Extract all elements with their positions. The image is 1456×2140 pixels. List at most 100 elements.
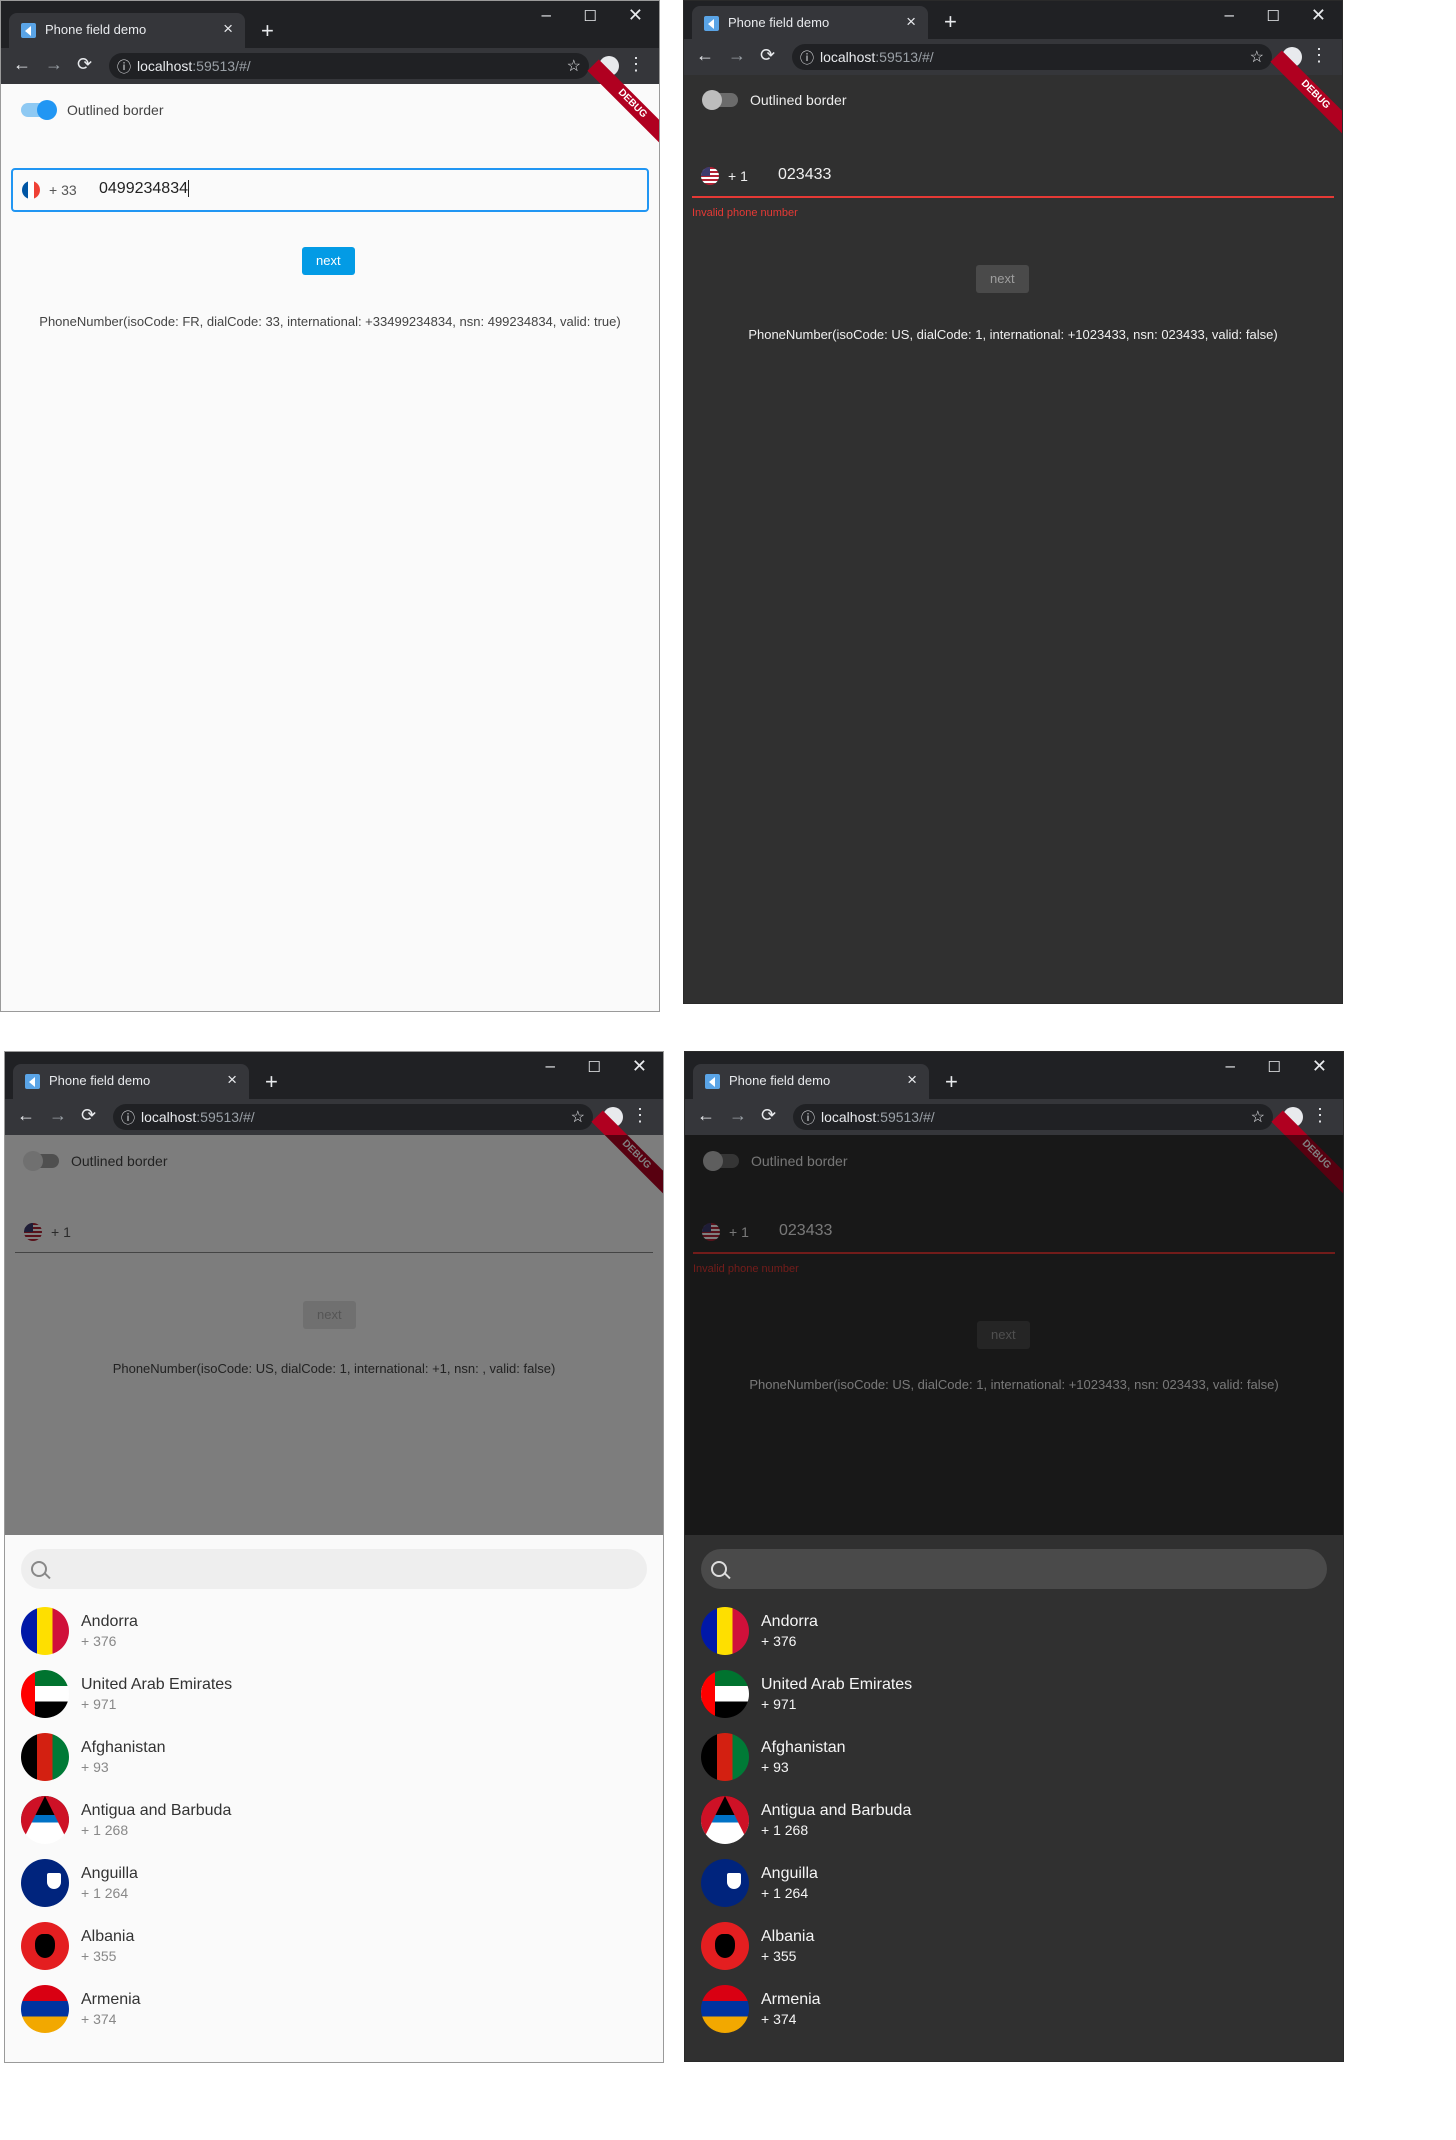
forward-icon[interactable]: → (728, 45, 746, 66)
outlined-border-label: Outlined border (750, 92, 847, 108)
country-item[interactable]: Afghanistan + 93 (21, 1727, 647, 1783)
forward-icon[interactable]: → (729, 1105, 747, 1126)
country-item[interactable]: Andorra + 376 (21, 1601, 647, 1657)
minimize-icon[interactable]: – (1225, 5, 1234, 25)
next-button[interactable]: next (302, 247, 355, 275)
close-window-icon[interactable]: ✕ (1311, 5, 1326, 26)
close-window-icon[interactable]: ✕ (632, 1056, 647, 1077)
tab-close-icon[interactable]: × (223, 19, 233, 39)
browser-menu-icon[interactable]: ⋮ (1311, 1105, 1329, 1126)
back-icon[interactable]: ← (13, 54, 31, 75)
tab-close-icon[interactable]: × (906, 12, 916, 32)
tab-close-icon[interactable]: × (907, 1070, 917, 1090)
tab-close-icon[interactable]: × (227, 1070, 237, 1090)
browser-menu-icon[interactable]: ⋮ (631, 1105, 649, 1126)
flutter-favicon-icon (704, 16, 719, 31)
country-item[interactable]: Andorra + 376 (701, 1601, 1327, 1657)
outlined-border-switch[interactable] (702, 90, 738, 110)
dial-code[interactable]: + 33 (49, 182, 77, 198)
dial-code[interactable]: + 1 (728, 168, 748, 184)
bookmark-star-icon[interactable]: ☆ (571, 1107, 585, 1127)
phone-input-field[interactable]: + 33 0499234834 (11, 168, 649, 212)
maximize-icon[interactable]: ☐ (588, 1058, 601, 1076)
maximize-icon[interactable]: ☐ (1267, 7, 1280, 25)
phone-number-input[interactable]: 023433 (778, 166, 831, 184)
minimize-icon[interactable]: – (546, 1056, 555, 1076)
country-dial-code: + 93 (761, 1759, 789, 1775)
country-dial-code: + 1 268 (81, 1822, 129, 1838)
new-tab-icon[interactable]: + (261, 18, 274, 44)
minimize-icon[interactable]: – (1226, 1056, 1235, 1076)
browser-tab[interactable]: Phone field demo × (693, 1064, 929, 1099)
back-icon[interactable]: ← (696, 45, 714, 66)
phone-number-result: PhoneNumber(isoCode: FR, dialCode: 33, i… (39, 314, 621, 329)
modal-scrim[interactable] (5, 1135, 663, 1535)
reload-icon[interactable]: ⟳ (77, 54, 92, 75)
maximize-icon[interactable]: ☐ (584, 7, 597, 25)
phone-error-text: Invalid phone number (692, 207, 798, 219)
bookmark-star-icon[interactable]: ☆ (567, 56, 581, 76)
country-item[interactable]: Antigua and Barbuda + 1 268 (21, 1790, 647, 1846)
armenia-flag-icon (21, 1985, 69, 2033)
country-item[interactable]: Afghanistan + 93 (701, 1727, 1327, 1783)
country-name: Albania (761, 1928, 815, 1945)
country-search-input[interactable] (701, 1549, 1327, 1589)
modal-scrim[interactable] (685, 1135, 1343, 1535)
url-host: localhost (137, 58, 193, 74)
browser-tab[interactable]: Phone field demo × (13, 1064, 249, 1099)
phone-input-field[interactable]: + 1 023433 (692, 156, 1334, 198)
reload-icon[interactable]: ⟳ (760, 45, 775, 66)
minimize-icon[interactable]: – (542, 5, 551, 25)
maximize-icon[interactable]: ☐ (1268, 1058, 1281, 1076)
tab-title: Phone field demo (49, 1073, 151, 1088)
address-bar[interactable]: ⓘ localhost:59513/#/ ☆ (109, 53, 589, 79)
outlined-border-switch[interactable] (21, 100, 57, 120)
address-bar[interactable]: ⓘ localhost:59513/#/ ☆ (793, 1104, 1273, 1130)
andorra-flag-icon (701, 1607, 749, 1655)
phone-number-input[interactable]: 0499234834 (99, 180, 189, 198)
url-text: localhost:59513/#/ (821, 1109, 935, 1125)
antigua-flag-icon (21, 1796, 69, 1844)
country-search-input[interactable] (21, 1549, 647, 1589)
reload-icon[interactable]: ⟳ (81, 1105, 96, 1126)
us-flag-icon[interactable] (701, 167, 719, 185)
new-tab-icon[interactable]: + (945, 1069, 958, 1095)
close-window-icon[interactable]: ✕ (628, 5, 643, 26)
anguilla-flag-icon (21, 1859, 69, 1907)
country-item[interactable]: Armenia + 374 (21, 1979, 647, 2035)
phone-number-result: PhoneNumber(isoCode: US, dialCode: 1, in… (748, 327, 1278, 342)
reload-icon[interactable]: ⟳ (761, 1105, 776, 1126)
address-bar[interactable]: ⓘ localhost:59513/#/ ☆ (792, 44, 1272, 70)
country-item[interactable]: Albania + 355 (701, 1916, 1327, 1972)
info-icon[interactable]: ⓘ (800, 48, 814, 68)
browser-tab[interactable]: Phone field demo × (692, 6, 928, 39)
info-icon[interactable]: ⓘ (801, 1108, 815, 1128)
browser-tab[interactable]: Phone field demo × (9, 13, 245, 48)
country-item[interactable]: Armenia + 374 (701, 1979, 1327, 2035)
country-item[interactable]: United Arab Emirates + 971 (701, 1664, 1327, 1720)
new-tab-icon[interactable]: + (944, 9, 957, 35)
switch-knob (702, 90, 722, 110)
new-tab-icon[interactable]: + (265, 1069, 278, 1095)
country-item[interactable]: Albania + 355 (21, 1916, 647, 1972)
country-item[interactable]: United Arab Emirates + 971 (21, 1664, 647, 1720)
close-window-icon[interactable]: ✕ (1312, 1056, 1327, 1077)
country-item[interactable]: Anguilla + 1 264 (21, 1853, 647, 1909)
address-bar[interactable]: ⓘ localhost:59513/#/ ☆ (113, 1104, 593, 1130)
forward-icon[interactable]: → (45, 54, 63, 75)
bookmark-star-icon[interactable]: ☆ (1250, 47, 1264, 67)
flutter-favicon-icon (705, 1074, 720, 1089)
next-button[interactable]: next (976, 265, 1029, 293)
country-item[interactable]: Antigua and Barbuda + 1 268 (701, 1790, 1327, 1846)
andorra-flag-icon (21, 1607, 69, 1655)
info-icon[interactable]: ⓘ (117, 57, 131, 77)
browser-menu-icon[interactable]: ⋮ (1310, 45, 1328, 66)
browser-menu-icon[interactable]: ⋮ (627, 54, 645, 75)
country-item[interactable]: Anguilla + 1 264 (701, 1853, 1327, 1909)
france-flag-icon[interactable] (22, 181, 40, 199)
back-icon[interactable]: ← (17, 1105, 35, 1126)
info-icon[interactable]: ⓘ (121, 1108, 135, 1128)
bookmark-star-icon[interactable]: ☆ (1251, 1107, 1265, 1127)
back-icon[interactable]: ← (697, 1105, 715, 1126)
forward-icon[interactable]: → (49, 1105, 67, 1126)
